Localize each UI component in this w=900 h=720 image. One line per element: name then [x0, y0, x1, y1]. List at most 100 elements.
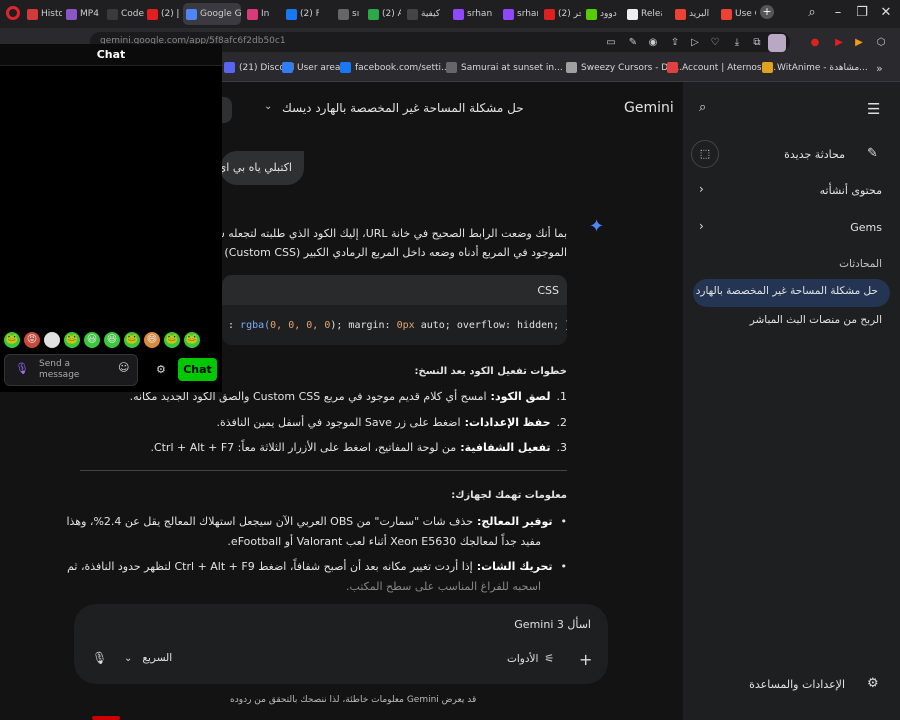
- new-tab-button[interactable]: +: [760, 5, 774, 19]
- step-title: تفعيل الشفافية:: [460, 441, 551, 454]
- menu-icon[interactable]: ☰: [867, 100, 880, 118]
- witanime-icon: [762, 62, 773, 73]
- add-icon[interactable]: +: [579, 650, 592, 669]
- microphone-icon[interactable]: 🎙: [92, 651, 107, 665]
- step-item: 2. حفظ الإعدادات:اضغط على زر Save الموجود…: [217, 416, 567, 429]
- cube-icon[interactable]: ⬡: [874, 36, 888, 50]
- emote-icon[interactable]: 😄: [144, 332, 160, 348]
- tools-button[interactable]: الأدوات ⚟: [507, 652, 554, 665]
- browser-tab[interactable]: كيفية: [404, 3, 442, 25]
- browser-tab[interactable]: البريد: [672, 3, 714, 25]
- bookmark-label: WitAnime - مشاهدة...: [777, 62, 868, 73]
- speaker-icon: [338, 8, 349, 20]
- bookmark-item[interactable]: WitAnime - مشاهدة...: [762, 62, 868, 73]
- code-tail: auto; overflow: hidden; }: [414, 320, 567, 331]
- bookmark-item[interactable]: Account | Aternos |...: [667, 62, 776, 73]
- browser-tab[interactable]: Google G: [183, 3, 241, 25]
- browser-tab[interactable]: Histo: [24, 3, 62, 25]
- my-content-item[interactable]: محتوى أنشأته ›: [683, 178, 900, 204]
- record-icon[interactable]: ●: [808, 36, 822, 50]
- emote-icon[interactable]: 🐸: [4, 332, 20, 348]
- play-orange-icon[interactable]: ▶: [852, 36, 866, 50]
- browser-tab[interactable]: Relea: [624, 3, 662, 25]
- globe-icon: [446, 62, 457, 73]
- extensions-icon[interactable]: ⧉: [750, 36, 764, 50]
- recent-chat-item[interactable]: الربح من منصات البث المباشر: [750, 314, 882, 326]
- mic-icon[interactable]: 🎙: [15, 362, 29, 375]
- tab-label: srhan: [517, 9, 538, 19]
- browser-tab[interactable]: srhan: [500, 3, 538, 25]
- emote-icon[interactable]: 🐸: [164, 332, 180, 348]
- browser-tab[interactable]: Use C: [718, 3, 756, 25]
- emoji-icon[interactable]: ☺: [118, 361, 129, 374]
- conversation-title[interactable]: حل مشكلة المساحة غير المخصصة بالهارد ديس…: [282, 101, 524, 115]
- browser-tab[interactable]: (2) إ: [144, 3, 182, 25]
- emote-icon[interactable]: 😵: [44, 332, 60, 348]
- browser-tab[interactable]: Code: [104, 3, 144, 25]
- new-chat-label: محادثة جديدة: [784, 148, 845, 161]
- gemini-logo[interactable]: Gemini: [624, 100, 674, 116]
- chat-send-button[interactable]: Chat: [178, 358, 217, 381]
- browser-tab[interactable]: (2) F: [283, 3, 319, 25]
- bookmark-item[interactable]: facebook.com/setti...: [340, 62, 450, 73]
- chat-settings-icon[interactable]: ⚙: [156, 363, 166, 376]
- share-icon[interactable]: ⇪: [668, 36, 682, 50]
- browser-tab[interactable]: (2) جر: [541, 3, 581, 25]
- gems-item[interactable]: Gems ›: [683, 215, 900, 241]
- bookmark-label: facebook.com/setti...: [355, 62, 450, 73]
- header-action-button[interactable]: [222, 97, 232, 123]
- code-args: 0, 0, 0, 0: [270, 320, 331, 331]
- code-function: rgba(: [240, 320, 271, 331]
- bookmarks-overflow-icon[interactable]: »: [876, 62, 883, 75]
- settings-item[interactable]: ⚙ الإعدادات والمساعدة: [683, 672, 900, 698]
- edit-icon[interactable]: ✎: [626, 36, 640, 50]
- play-red-icon[interactable]: ▶: [832, 36, 846, 50]
- new-chat-button[interactable]: ✎ محادثة جديدة ⬚: [683, 138, 900, 170]
- minimize-icon[interactable]: –: [830, 5, 846, 21]
- play-icon[interactable]: ▷: [688, 36, 702, 50]
- model-selector[interactable]: ⌄ السريع: [124, 652, 172, 664]
- prompt-input[interactable]: اسأل Gemini 3: [514, 618, 591, 631]
- bookmark-item[interactable]: User area: [282, 62, 340, 73]
- step-title: حفظ الإعدادات:: [464, 416, 551, 429]
- emote-icon[interactable]: 😃: [84, 332, 100, 348]
- tab-label: دوود: [600, 9, 617, 19]
- emote-icon[interactable]: 😆: [104, 332, 120, 348]
- emote-icon[interactable]: 🐸: [184, 332, 200, 348]
- chevron-down-icon[interactable]: ⌄: [264, 101, 272, 112]
- search-icon[interactable]: ⌕: [699, 100, 706, 115]
- emote-icon[interactable]: 😡: [24, 332, 40, 348]
- temporary-chat-icon[interactable]: ⬚: [691, 140, 719, 168]
- browser-tab[interactable]: (2) Ai: [365, 3, 401, 25]
- download-icon[interactable]: ⤓: [730, 36, 744, 50]
- browser-tab[interactable]: MP4: [63, 3, 103, 25]
- browser-tab[interactable]: srhan: [450, 3, 492, 25]
- bookmark-item[interactable]: Samurai at sunset in...: [446, 62, 563, 73]
- camera-icon[interactable]: ◉: [646, 36, 660, 50]
- search-tabs-icon[interactable]: ⌕: [804, 5, 820, 21]
- twitch-icon: [503, 8, 514, 20]
- code-block: CSS : rgba(0, 0, 0, 0); margin: 0px auto…: [222, 275, 567, 345]
- tabs-icon[interactable]: ▭: [604, 36, 618, 50]
- gems-label: Gems: [850, 221, 882, 234]
- prompt-input-box[interactable]: اسأل Gemini 3 + الأدوات ⚟ ⌄ السريع 🎙: [74, 604, 608, 684]
- browser-tab[interactable]: دوود: [583, 3, 623, 25]
- profile-avatar[interactable]: [768, 34, 786, 52]
- emote-icon[interactable]: 🐸: [124, 332, 140, 348]
- user-message-bubble: اكتبلي ياه بي اي: [220, 151, 304, 185]
- code-prefix: :: [228, 320, 241, 331]
- opera-logo-icon[interactable]: [6, 6, 20, 20]
- close-window-icon[interactable]: ✕: [878, 5, 894, 21]
- emote-icon[interactable]: 🐸: [64, 332, 80, 348]
- maximize-icon[interactable]: ❐: [854, 5, 870, 21]
- duo-icon: [586, 8, 597, 20]
- recent-chat-item-active[interactable]: حل مشكلة المساحة غير المخصصة بالهارد ديس…: [693, 279, 890, 307]
- chat-message-input[interactable]: 🎙 Send a message ☺: [4, 354, 138, 386]
- tab-label: (2) إ: [161, 9, 180, 19]
- heart-icon[interactable]: ♡: [708, 36, 722, 50]
- step-number: 2.: [556, 416, 568, 429]
- browser-tab[interactable]: sı: [335, 3, 365, 25]
- browser-tab[interactable]: In: [244, 3, 282, 25]
- bookmark-item[interactable]: Sweezy Cursors - Do...: [566, 62, 682, 73]
- cross-icon: [407, 8, 418, 20]
